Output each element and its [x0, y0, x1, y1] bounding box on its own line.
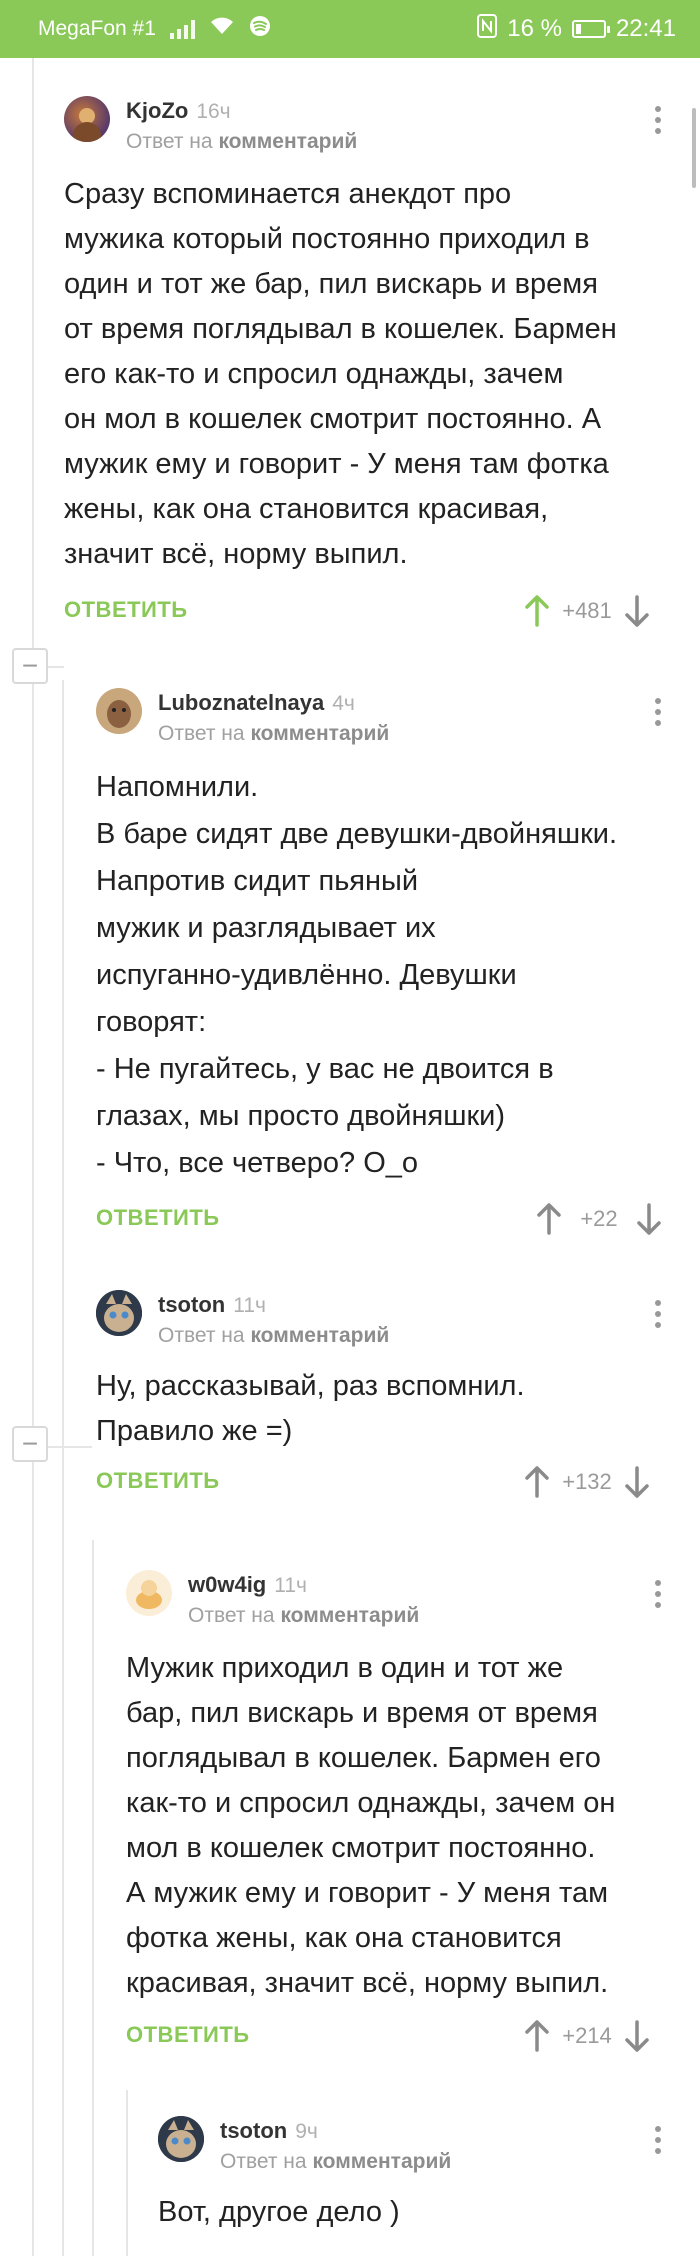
comment-time: 16ч — [196, 100, 231, 123]
spotify-icon — [249, 15, 271, 43]
reply-target-link[interactable]: комментарий — [280, 1604, 419, 1627]
comment-time: 11ч — [274, 1574, 307, 1597]
vote-score: +481 — [562, 598, 612, 623]
thread-line — [126, 2090, 128, 2256]
comment-time: 11ч — [233, 1294, 266, 1317]
status-bar: MegaFon #1 16 % 22:41 — [0, 0, 700, 58]
carrier-label: MegaFon #1 — [38, 17, 156, 40]
upvote-icon[interactable] — [524, 595, 550, 627]
reply-target-link[interactable]: комментарий — [312, 2150, 451, 2173]
upvote-icon[interactable] — [524, 2020, 550, 2052]
comment-body: Сразу вспоминается анекдот про мужика ко… — [64, 178, 617, 570]
vote-score: +214 — [562, 2023, 612, 2048]
upvote-icon[interactable] — [524, 1466, 550, 1498]
comment-author[interactable]: KjoZo 16ч — [126, 98, 231, 124]
upvote-icon[interactable] — [536, 1203, 562, 1235]
avatar[interactable] — [96, 688, 142, 734]
reply-button[interactable]: ОТВЕТИТЬ — [96, 1468, 220, 1494]
reply-meta: Ответ на комментарий — [188, 1604, 420, 1627]
comment-body: Вот, другое дело ) — [158, 2196, 400, 2228]
reply-target-link[interactable]: комментарий — [250, 722, 389, 745]
comment: tsoton 9ч Ответ на комментарий Вот, друго… — [158, 2116, 684, 2235]
avatar[interactable] — [96, 1290, 142, 1336]
comment-body: Мужик приходил в один и тот же бар, пил … — [126, 1652, 616, 1999]
comment-author[interactable]: Luboznatelnaya 4ч — [158, 690, 355, 716]
comment-author[interactable]: tsoton 9ч — [220, 2118, 318, 2144]
reply-target-link[interactable]: комментарий — [250, 1324, 389, 1347]
comment: tsoton 11ч Ответ на комментарий Ну, расск… — [96, 1290, 684, 1502]
clock: 22:41 — [615, 15, 676, 42]
reply-button[interactable]: ОТВЕТИТЬ — [64, 597, 188, 623]
thread-line — [62, 680, 64, 2256]
more-options-icon[interactable] — [646, 694, 670, 730]
signal-icon — [169, 19, 195, 39]
thread-line — [32, 58, 34, 2256]
reply-button[interactable]: ОТВЕТИТЬ — [126, 2022, 250, 2048]
comment: w0w4ig 11ч Ответ на комментарий Мужик при… — [126, 1570, 684, 2056]
comment-author[interactable]: w0w4ig 11ч — [188, 1572, 307, 1598]
more-options-icon[interactable] — [646, 1296, 670, 1332]
avatar[interactable] — [158, 2116, 204, 2162]
comment-author[interactable]: tsoton 11ч — [158, 1292, 266, 1318]
avatar[interactable] — [64, 96, 110, 142]
more-options-icon[interactable] — [646, 2122, 670, 2158]
reply-button[interactable]: ОТВЕТИТЬ — [96, 1205, 220, 1231]
reply-meta: Ответ на комментарий — [158, 1324, 390, 1347]
downvote-icon[interactable] — [636, 1203, 662, 1235]
avatar[interactable] — [126, 1570, 172, 1616]
vote-score: +22 — [580, 1206, 618, 1231]
battery-percent: 16 % — [507, 15, 562, 42]
thread-line — [92, 1540, 94, 2256]
downvote-icon[interactable] — [624, 1466, 650, 1498]
comment: KjoZo 16ч Ответ на комментарий Сразу вспо… — [64, 96, 684, 631]
comment-time: 9ч — [295, 2120, 318, 2143]
scrollbar[interactable] — [692, 108, 696, 188]
downvote-icon[interactable] — [624, 595, 650, 627]
reply-meta: Ответ на комментарий — [126, 130, 358, 153]
comment: Luboznatelnaya 4ч Ответ на комментарий На… — [96, 688, 684, 1239]
battery-icon — [571, 20, 610, 38]
nfc-icon — [477, 13, 498, 45]
collapse-thread-button[interactable]: − — [12, 1426, 48, 1462]
comment-body: Ну, рассказывай, раз вспомнил. Правило ж… — [96, 1370, 525, 1447]
more-options-icon[interactable] — [646, 1576, 670, 1612]
collapse-thread-button[interactable]: − — [12, 648, 48, 684]
reply-target-link[interactable]: комментарий — [218, 130, 357, 153]
vote-score: +132 — [562, 1469, 612, 1494]
downvote-icon[interactable] — [624, 2020, 650, 2052]
comment-time: 4ч — [332, 692, 355, 715]
reply-meta: Ответ на комментарий — [158, 722, 390, 745]
comment-body: Напомнили. В баре сидят две девушки-двой… — [96, 771, 618, 1179]
reply-meta: Ответ на комментарий — [220, 2150, 452, 2173]
more-options-icon[interactable] — [646, 102, 670, 138]
wifi-icon — [209, 16, 235, 42]
